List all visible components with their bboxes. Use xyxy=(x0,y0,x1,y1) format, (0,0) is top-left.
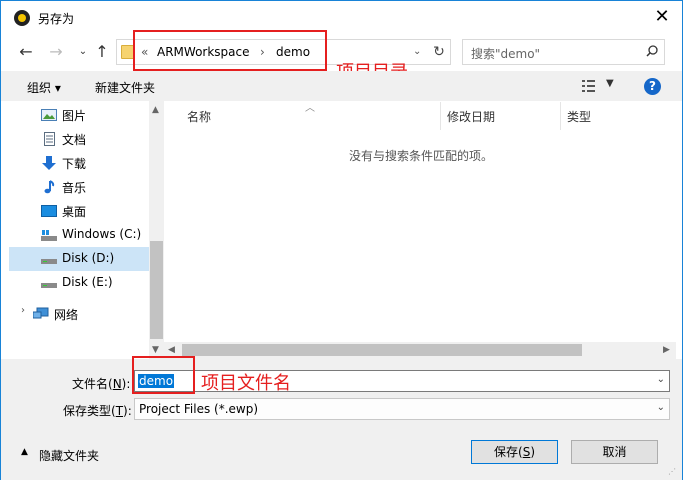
scroll-left-icon[interactable]: ◀ xyxy=(168,345,175,355)
sidebar-item-network[interactable]: › 网络 xyxy=(9,302,149,326)
sort-ascending-icon: ︿ xyxy=(305,103,315,114)
navigation-scrollbar[interactable]: ▲ ▼ xyxy=(149,101,164,359)
organize-menu[interactable]: 组织 ▾ xyxy=(27,79,61,96)
column-header-type[interactable]: 类型 xyxy=(567,108,591,125)
forward-arrow-icon[interactable]: → xyxy=(46,42,66,62)
back-arrow-icon[interactable]: ← xyxy=(16,42,36,62)
up-arrow-icon[interactable]: ↑ xyxy=(92,42,112,62)
filetype-select[interactable]: Project Files (*.ewp) ⌄ xyxy=(134,398,670,420)
column-divider[interactable] xyxy=(560,102,561,130)
sidebar-item-label: 音乐 xyxy=(62,181,87,195)
sidebar-item-label: 网络 xyxy=(54,308,79,322)
collapse-chevron-icon[interactable]: ▲ xyxy=(21,447,28,457)
sidebar-item-label: 图片 xyxy=(62,109,87,123)
close-icon[interactable]: ✕ xyxy=(651,6,673,28)
sidebar-item-label: Windows (C:) xyxy=(62,227,142,241)
sidebar-item-downloads[interactable]: 下载 xyxy=(9,151,149,175)
sidebar-item-documents[interactable]: 文档 xyxy=(9,127,149,151)
hide-folders-toggle[interactable]: 隐藏文件夹 xyxy=(39,447,99,464)
column-header-date[interactable]: 修改日期 xyxy=(447,108,495,125)
scrollbar-thumb[interactable] xyxy=(150,241,163,339)
scroll-right-icon[interactable]: ▶ xyxy=(663,345,670,355)
windows-drive-icon xyxy=(41,230,57,241)
expand-chevron-icon[interactable]: › xyxy=(21,305,25,316)
filename-label: 文件名(N): xyxy=(72,377,131,391)
documents-icon xyxy=(44,132,55,146)
scroll-up-icon[interactable]: ▲ xyxy=(152,105,159,115)
sidebar-item-disk-d[interactable]: Disk (D:) xyxy=(9,247,149,271)
path-highlight-box xyxy=(133,30,327,71)
help-icon[interactable]: ? xyxy=(644,78,661,95)
sidebar-item-music[interactable]: 音乐 xyxy=(9,175,149,199)
column-divider[interactable] xyxy=(440,102,441,130)
empty-results-message: 没有与搜索条件匹配的项。 xyxy=(349,149,494,163)
address-dropdown-icon[interactable]: ⌄ xyxy=(413,46,421,57)
filetype-label: 保存类型(T): xyxy=(63,404,132,418)
window-title: 另存为 xyxy=(38,12,75,26)
toolbar: 组织 ▾ 新建文件夹 xyxy=(1,71,682,101)
filetype-value: Project Files (*.ewp) xyxy=(139,402,259,416)
search-box[interactable]: 搜索"demo" xyxy=(462,39,665,65)
navigation-pane: 图片 文档 下载 音乐 桌面 Windows (C:) Disk (D:) Di… xyxy=(9,101,149,359)
resize-grip-icon[interactable]: ⋰ xyxy=(668,467,676,476)
view-dropdown-icon[interactable]: ▼ xyxy=(606,78,614,89)
scroll-down-icon[interactable]: ▼ xyxy=(152,345,159,355)
save-button[interactable]: 保存(S) xyxy=(471,440,558,464)
drive-icon xyxy=(41,283,57,288)
app-icon xyxy=(14,10,30,26)
filename-highlight-box xyxy=(132,356,195,394)
sidebar-item-label: 文档 xyxy=(62,133,87,147)
sidebar-item-disk-e[interactable]: Disk (E:) xyxy=(9,271,149,295)
drive-icon xyxy=(41,259,57,264)
pictures-icon xyxy=(41,109,57,121)
refresh-icon[interactable]: ↻ xyxy=(430,43,448,61)
desktop-icon xyxy=(41,205,57,217)
new-folder-button[interactable]: 新建文件夹 xyxy=(95,79,155,96)
search-icon[interactable] xyxy=(646,45,658,57)
network-icon xyxy=(33,307,49,319)
sidebar-item-label: 下载 xyxy=(62,157,87,171)
sidebar-item-label: Disk (D:) xyxy=(62,251,115,265)
sidebar-item-pictures[interactable]: 图片 xyxy=(9,103,149,127)
filename-dropdown-icon[interactable]: ⌄ xyxy=(657,374,665,385)
sidebar-item-windows-c[interactable]: Windows (C:) xyxy=(9,223,149,247)
download-arrow-icon xyxy=(42,156,56,170)
filename-annotation: 项目文件名 xyxy=(201,373,291,394)
scrollbar-thumb[interactable] xyxy=(182,344,582,356)
horizontal-scrollbar[interactable]: ◀ ▶ xyxy=(164,342,676,359)
music-note-icon xyxy=(44,180,55,194)
search-input[interactable]: 搜索"demo" xyxy=(471,45,540,62)
sidebar-item-label: 桌面 xyxy=(62,205,87,219)
filetype-dropdown-icon[interactable]: ⌄ xyxy=(657,402,665,413)
recent-dropdown-icon[interactable]: ⌄ xyxy=(73,42,93,62)
view-options-icon[interactable] xyxy=(582,80,598,92)
sidebar-item-label: Disk (E:) xyxy=(62,275,113,289)
save-as-dialog: 另存为 ✕ ← → ⌄ ↑ « ARMWorkspace › demo ⌄ ↻ … xyxy=(0,0,683,480)
sidebar-item-desktop[interactable]: 桌面 xyxy=(9,199,149,223)
title-bar: 另存为 ✕ xyxy=(1,1,682,33)
cancel-button[interactable]: 取消 xyxy=(571,440,658,464)
column-header-name[interactable]: 名称 xyxy=(187,108,211,125)
